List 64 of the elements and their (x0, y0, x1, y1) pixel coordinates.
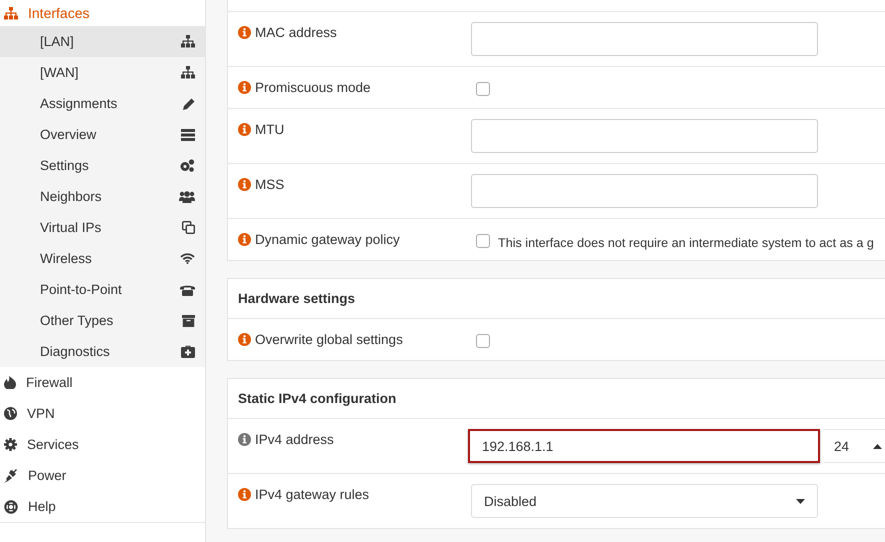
sidebar-item[interactable]: Virtual IPs (0, 212, 205, 243)
sidebar-item[interactable]: Wireless (0, 243, 205, 274)
field-label: Dynamic gateway policy (255, 232, 400, 247)
sidebar-item[interactable]: Assignments (0, 88, 205, 119)
sidebar-section[interactable]: Interfaces (0, 0, 205, 26)
wifi-icon (180, 253, 195, 264)
sitemap-icon (4, 6, 18, 20)
field-label: Overwrite global settings (255, 332, 403, 347)
field-label: IPv4 gateway rules (255, 487, 370, 502)
info-icon[interactable] (238, 26, 251, 39)
sidebar-item[interactable]: Neighbors (0, 181, 205, 212)
sitemap-icon (181, 35, 195, 48)
phone-icon (180, 284, 195, 296)
info-icon[interactable] (238, 233, 251, 246)
checkbox[interactable] (476, 234, 490, 248)
plug-icon (4, 468, 18, 482)
menu-item[interactable]: Help (0, 491, 205, 522)
fire-icon (4, 376, 16, 389)
checkbox[interactable] (476, 82, 490, 96)
prefix-select[interactable]: 24 (824, 429, 885, 463)
caret-down-icon (796, 498, 805, 504)
archive-icon (182, 314, 195, 326)
users-icon (179, 190, 195, 202)
field-label: MAC address (255, 25, 337, 40)
sidebar-item[interactable]: [LAN] (0, 26, 205, 57)
text-field[interactable] (471, 119, 818, 153)
info-icon[interactable] (238, 81, 251, 94)
menu-item[interactable]: Services (0, 429, 205, 460)
text-field[interactable] (471, 22, 818, 56)
globe-icon (4, 407, 17, 420)
text-field[interactable] (471, 174, 818, 208)
info-icon[interactable] (238, 123, 251, 136)
info-icon[interactable] (238, 178, 251, 191)
info-icon[interactable] (238, 488, 251, 501)
sidebar-item[interactable]: [WAN] (0, 57, 205, 88)
life-ring-icon (4, 500, 18, 514)
ip-address-field[interactable]: 192.168.1.1 (468, 429, 820, 463)
section-title: Hardware settings (228, 279, 885, 319)
sitemap-icon (181, 66, 195, 79)
gears-icon (180, 159, 195, 172)
checkbox-label: This interface does not require an intermediate system to act as a g (498, 236, 874, 250)
sidebar-item[interactable]: Point-to-Point (0, 274, 205, 305)
menu-item[interactable]: VPN (0, 398, 205, 429)
pencil-icon (183, 98, 195, 110)
sidebar-item[interactable]: Other Types (0, 305, 205, 336)
field-label: MTU (255, 122, 284, 137)
settings-icon (4, 438, 17, 451)
list-icon (181, 128, 195, 140)
caret-up-icon (873, 444, 882, 448)
field-label: Promiscuous mode (255, 80, 371, 95)
info-icon[interactable] (238, 433, 251, 446)
sidebar-item[interactable]: Diagnostics (0, 336, 205, 367)
section-title: Static IPv4 configuration (228, 379, 885, 419)
sidebar-item[interactable]: Overview (0, 119, 205, 150)
info-icon[interactable] (238, 333, 251, 346)
checkbox[interactable] (476, 334, 490, 348)
medkit-icon (181, 345, 195, 358)
menu-item[interactable]: Power (0, 460, 205, 491)
menu-item[interactable]: Firewall (0, 367, 205, 398)
clone-icon (182, 221, 195, 234)
field-label: IPv4 address (255, 432, 334, 447)
field-label: MSS (255, 177, 284, 192)
select-field[interactable]: Disabled (471, 484, 818, 518)
sidebar-item[interactable]: Settings (0, 150, 205, 181)
